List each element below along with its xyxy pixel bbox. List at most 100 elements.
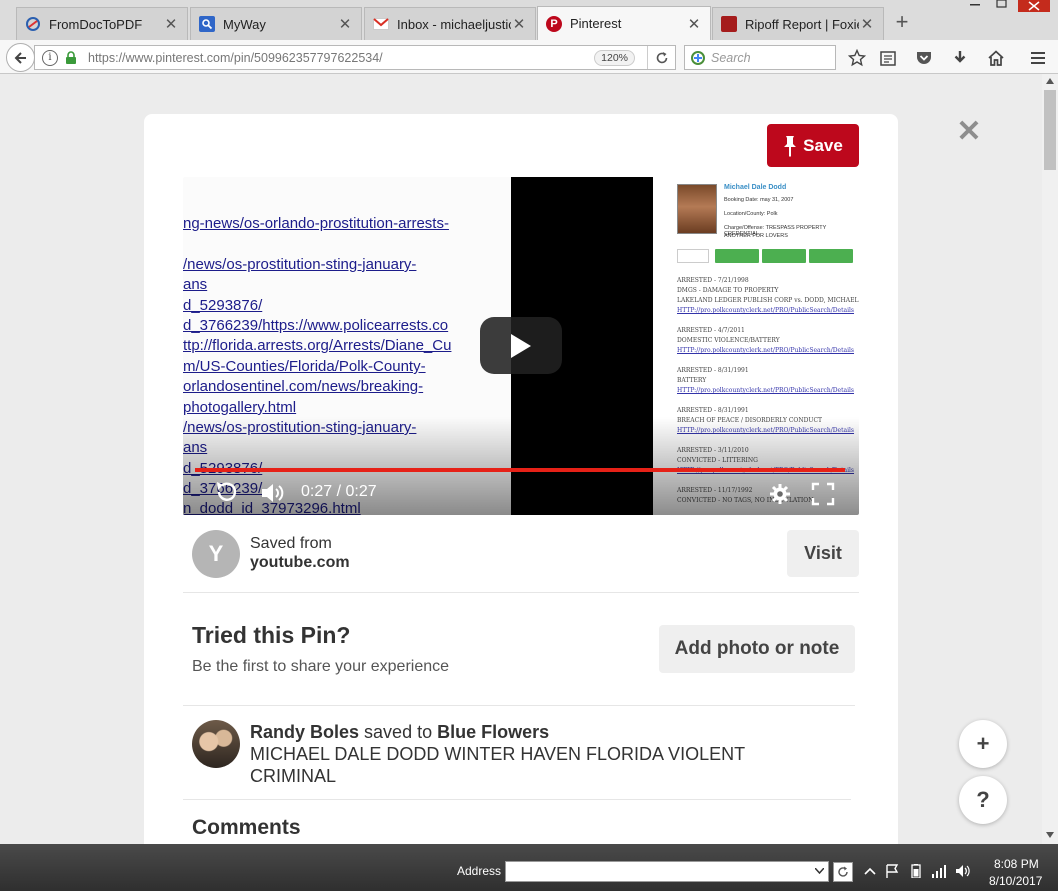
mugshot-image <box>677 184 717 234</box>
record-line: DOMESTIC VIOLENCE/BATTERY <box>677 337 780 344</box>
video-frame-link-text: /news/os-prostitution-sting-january- <box>183 256 417 273</box>
comments-title: Comments <box>192 816 301 839</box>
page-scrollbar[interactable] <box>1042 74 1058 844</box>
tab-title: Ripoff Report | Foxies <box>745 16 859 32</box>
pin-description: MICHAEL DALE DODD WINTER HAVEN FLORIDA V… <box>250 744 745 786</box>
divider <box>183 799 851 800</box>
record-line: BATTERY <box>677 377 707 384</box>
window-controls[interactable] <box>960 0 1050 12</box>
record-name: Michael Dale Dodd <box>724 184 787 191</box>
saver-avatar[interactable] <box>192 720 240 768</box>
speaker-volume-icon[interactable] <box>955 864 971 878</box>
board-name-link[interactable]: Blue Flowers <box>437 722 549 742</box>
tab-close-icon[interactable]: ✕ <box>511 15 527 33</box>
pinterest-favicon-icon: P <box>546 15 562 32</box>
pinterest-page: ✕ Save ng-news/os-orlando-prostitution-a… <box>0 74 1042 844</box>
video-frame-link-text: m/US-Counties/Florida/Polk-County- <box>183 358 426 375</box>
bookmark-star-icon[interactable] <box>848 49 866 67</box>
clock-time[interactable]: 8:08 PM <box>994 857 1039 871</box>
tab-title: Inbox - michaeljustic <box>397 16 511 32</box>
tab-myway[interactable]: MyWay ✕ <box>190 7 362 40</box>
pin-source: Y Saved from youtube.com Visit <box>192 530 859 578</box>
video-frame-link-text: ng-news/os-orlando-prostitution-arrests- <box>183 215 449 232</box>
info-icon[interactable]: i <box>42 49 58 66</box>
url-bar[interactable]: i https://www.pinterest.com/pin/50996235… <box>34 45 676 70</box>
search-bar[interactable]: Search <box>684 45 836 70</box>
record-line: HTTP://pro.polkcountyclerk.net/PRO/Publi… <box>677 347 855 354</box>
record-line: ARRESTED - 8/31/1991 <box>677 407 749 414</box>
record-line: ARRESTED - 7/21/1998 <box>677 277 749 284</box>
volume-icon[interactable] <box>260 481 286 505</box>
record-green-button <box>809 249 853 263</box>
hamburger-menu-icon[interactable] <box>1029 49 1047 67</box>
record-meta: Booking Date: may 31, 2007 <box>724 197 794 203</box>
tab-close-icon[interactable]: ✕ <box>337 15 353 33</box>
saver-line: Randy Boles saved to Blue Flowers <box>250 722 549 743</box>
address-go-button[interactable] <box>833 862 853 882</box>
reload-button[interactable] <box>647 46 675 69</box>
help-fab-button[interactable]: ? <box>959 776 1007 824</box>
fullscreen-icon[interactable] <box>811 482 835 506</box>
tab-title: FromDocToPDF <box>49 16 143 32</box>
back-button[interactable] <box>6 43 35 72</box>
save-button[interactable]: Save <box>767 124 859 167</box>
video-frame-link-text: ttp://florida.arrests.org/Arrests/Diane_… <box>183 337 452 354</box>
record-line: DMGS - DAMAGE TO PROPERTY <box>677 287 779 294</box>
battery-icon[interactable] <box>908 864 924 878</box>
close-pin-icon[interactable]: ✕ <box>955 117 983 147</box>
fromdoctopdf-favicon-icon <box>25 16 41 32</box>
show-hidden-icons-icon[interactable] <box>862 864 878 878</box>
action-center-flag-icon[interactable] <box>884 864 900 878</box>
tab-inbox[interactable]: Inbox - michaeljustic ✕ <box>364 7 536 40</box>
play-button[interactable] <box>480 317 562 374</box>
tab-fromdoctopdf[interactable]: FromDocToPDF ✕ <box>16 7 188 40</box>
saved-to-text: saved to <box>364 722 433 742</box>
tab-ripoff-report[interactable]: Ripoff Report | Foxies ✕ <box>712 7 884 40</box>
video-time: 0:27 / 0:27 <box>301 483 377 500</box>
divider <box>183 592 859 593</box>
video-progress-bar[interactable] <box>195 468 845 472</box>
record-line: LAKELAND LEDGER PUBLISH CORP vs. DODD, M… <box>677 297 859 304</box>
network-signal-icon[interactable] <box>931 864 947 878</box>
back-arrow-icon <box>14 51 26 64</box>
address-dropdown-icon[interactable] <box>815 868 824 874</box>
play-icon <box>511 333 531 358</box>
reload-icon <box>656 51 667 63</box>
source-domain-link[interactable]: youtube.com <box>250 554 350 572</box>
add-photo-or-note-button[interactable]: Add photo or note <box>659 625 855 673</box>
pocket-icon[interactable] <box>915 49 933 67</box>
video-frame-link-text: photogallery.html <box>183 399 297 416</box>
tab-title: MyWay <box>223 16 266 32</box>
record-meta: ANOTHER FOR LOVERS <box>724 233 788 239</box>
record-meta: Location/County: Polk <box>724 211 778 217</box>
tab-strip: FromDocToPDF ✕ MyWay ✕ Inbox - michaelju… <box>0 0 1058 40</box>
gear-icon[interactable] <box>768 482 792 506</box>
reading-list-icon[interactable] <box>879 49 897 67</box>
saver-name-link[interactable]: Randy Boles <box>250 722 359 742</box>
video-player[interactable]: ng-news/os-orlando-prostitution-arrests-… <box>183 177 859 515</box>
home-icon[interactable] <box>987 49 1005 67</box>
pin-card: Save ng-news/os-orlando-prostitution-arr… <box>144 114 898 844</box>
record-line: HTTP://pro.polkcountyclerk.net/PRO/Publi… <box>677 307 855 314</box>
google-search-icon <box>691 50 705 65</box>
url-text[interactable]: https://www.pinterest.com/pin/5099623577… <box>88 51 594 65</box>
scroll-up-arrow-icon[interactable] <box>1046 78 1054 84</box>
tab-pinterest[interactable]: P Pinterest ✕ <box>537 6 711 40</box>
video-frame-link-text: orlandosentinel.com/news/breaking- <box>183 378 424 395</box>
tab-close-icon[interactable]: ✕ <box>859 15 875 33</box>
new-tab-button[interactable]: + <box>891 11 913 34</box>
visit-button[interactable]: Visit <box>787 530 859 577</box>
clock-date[interactable]: 8/10/2017 <box>989 874 1042 888</box>
replay-icon[interactable] <box>213 480 239 506</box>
tab-close-icon[interactable]: ✕ <box>686 15 702 33</box>
zoom-level-badge[interactable]: 120% <box>594 49 635 66</box>
video-frame-link-text: ans <box>183 276 208 293</box>
tab-close-icon[interactable]: ✕ <box>163 15 179 33</box>
add-fab-button[interactable]: + <box>959 720 1007 768</box>
record-tag <box>677 249 709 263</box>
download-icon[interactable] <box>951 49 969 67</box>
source-avatar[interactable]: Y <box>192 530 240 578</box>
scroll-down-arrow-icon[interactable] <box>1046 832 1054 838</box>
address-toolbar-input[interactable] <box>505 861 829 882</box>
scrollbar-thumb[interactable] <box>1044 90 1056 170</box>
